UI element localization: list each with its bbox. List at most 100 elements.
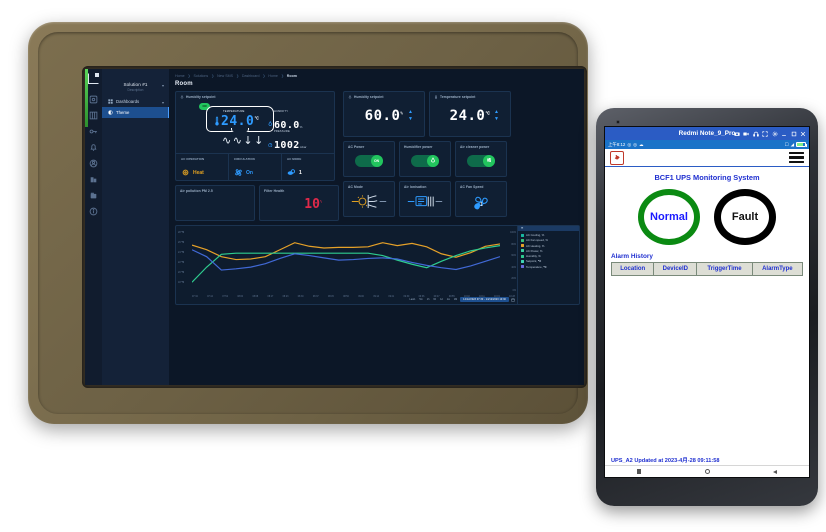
chevron-down-icon[interactable]: ▾ (162, 100, 164, 105)
legend-item[interactable]: Humidity, % (521, 254, 577, 258)
humidifier-power-toggle[interactable] (411, 154, 439, 167)
y-axis-right-tick: 0% (512, 289, 516, 292)
chevron-right-icon: ❯ (211, 74, 215, 78)
ac-operation-cell: AC OPERATION Heat (176, 153, 228, 180)
ac-operation-label: AC OPERATION (181, 157, 205, 161)
archive-icon[interactable] (89, 191, 98, 200)
legend-item[interactable]: Temperature, ℃ (521, 265, 577, 269)
ionisation-icon[interactable] (400, 194, 450, 209)
app-logo-icon[interactable] (88, 73, 99, 84)
chevron-up-icon[interactable]: ▲ (408, 110, 413, 115)
chevron-down-icon[interactable]: ▼ (494, 117, 499, 122)
status-badge-fault[interactable]: Fault (714, 189, 776, 245)
temperature-setpoint-stepper[interactable]: ▲ ▼ (494, 110, 499, 122)
range-button[interactable]: 6h (432, 298, 437, 301)
info-icon[interactable] (89, 207, 98, 216)
grid-icon[interactable] (89, 111, 98, 120)
solution-selector[interactable]: Solution #1 Description ▾ (102, 79, 169, 96)
column-header-triggertime[interactable]: TriggerTime (696, 262, 753, 276)
humidifier-power-card: Humidifier power (399, 141, 451, 177)
breadcrumb-item[interactable]: Solutions (193, 74, 208, 78)
range-button[interactable]: 1d (439, 298, 444, 301)
fullscreen-icon[interactable] (762, 130, 768, 137)
temperature-unit: ℃ (254, 115, 260, 121)
range-button[interactable]: 1h (426, 298, 431, 301)
footer-status-text: UPS_A2 Updated at 2023-4月-28 09:11:58 (611, 458, 720, 464)
column-header-alarmtype[interactable]: AlarmType (751, 262, 804, 276)
window-controls[interactable] (733, 127, 807, 140)
hamburger-icon[interactable] (789, 151, 804, 164)
app-bar (605, 149, 809, 167)
x-axis-tick: 07:44 (207, 296, 213, 298)
breadcrumb-item[interactable]: New SMS (217, 74, 233, 78)
gear-icon[interactable] (772, 131, 778, 137)
range-button[interactable]: 1w (446, 298, 451, 301)
time-range-selector[interactable]: Last1 5m 1h 6h 1d 1w 1M 14/12/2023 07:30… (409, 297, 515, 302)
minimize-icon[interactable] (781, 131, 787, 137)
home-circle-icon[interactable] (704, 469, 710, 474)
toggle-knob (482, 154, 495, 167)
cast-icon: ☐ (784, 141, 789, 147)
key-icon[interactable] (89, 127, 98, 136)
calendar-icon[interactable] (511, 298, 515, 302)
back-triangle-icon[interactable] (773, 469, 778, 474)
card-label-text: Air pollution PM 2.5 (180, 189, 213, 193)
close-icon[interactable] (800, 131, 806, 137)
app-brand-icon[interactable] (610, 150, 624, 165)
chevron-down-icon[interactable]: ▾ (162, 83, 164, 88)
range-button[interactable]: 1M (453, 298, 458, 301)
filter-health-unit: % (319, 199, 322, 204)
legend-item[interactable]: AC Power, % (521, 249, 577, 253)
breadcrumb-item[interactable]: Home (175, 74, 185, 78)
breadcrumb-item[interactable]: Dashboard (242, 74, 260, 78)
power-status-text: ON (202, 105, 207, 108)
legend-header[interactable]: ☰ (518, 226, 579, 231)
maximize-icon[interactable] (791, 131, 797, 137)
range-button[interactable]: 5m (418, 298, 423, 301)
legend-toggle-icon[interactable]: ☰ (521, 227, 524, 230)
sidebar-item-dashboards[interactable]: Dashboards ▾ (102, 96, 169, 107)
x-axis-tick: 09:21 (388, 296, 395, 298)
legend-item[interactable]: AC Cooling, % (521, 233, 577, 237)
chevron-down-icon[interactable]: ▼ (408, 117, 413, 122)
svg-text:1: 1 (480, 202, 483, 208)
breadcrumb-item-current: Room (286, 74, 297, 78)
scrcpy-title-bar: Redmi Note_9_Pro (605, 127, 809, 140)
legend-item[interactable]: Setpoint, ℃ (521, 259, 577, 263)
legend-label: AC Heating, % (526, 243, 545, 248)
legend-label: Humidity, % (526, 254, 541, 259)
building-icon[interactable] (89, 175, 98, 184)
user-icon[interactable] (89, 159, 98, 168)
column-header-location[interactable]: Location (610, 262, 655, 276)
cloud-icon: ☁ (639, 141, 644, 147)
headphone-icon[interactable] (752, 131, 759, 137)
android-nav-bar[interactable] (605, 465, 809, 477)
air-cleaner-power-toggle[interactable] (467, 154, 495, 167)
column-header-deviceid[interactable]: DeviceID (653, 262, 698, 276)
dashboard-icon[interactable] (89, 95, 98, 104)
camera-icon[interactable] (733, 131, 740, 137)
recents-square-icon[interactable] (636, 469, 642, 474)
video-icon[interactable] (743, 131, 749, 137)
legend-label: Temperature, ℃ (526, 264, 547, 269)
heat-mode-icon[interactable] (344, 194, 394, 209)
breadcrumb-item[interactable]: Home (268, 74, 278, 78)
fan-speed-icon[interactable]: 1 (456, 194, 506, 213)
legend-swatch (521, 244, 524, 248)
legend-label: AC Fan speed, % (526, 238, 548, 243)
ac-power-toggle[interactable]: ON (355, 154, 383, 167)
status-badge-normal[interactable]: Normal (638, 189, 700, 245)
chart-series-line (192, 246, 500, 283)
legend-item[interactable]: AC Heating, % (521, 244, 577, 248)
legend-item[interactable]: AC Fan speed, % (521, 238, 577, 242)
card-label-text: AC Power (348, 145, 365, 149)
date-range-value[interactable]: 14/12/2023 07:30 - 14/12/2023 10:30 (460, 297, 509, 302)
humidity-setpoint-stepper[interactable]: ▲ ▼ (408, 110, 413, 122)
range-button[interactable]: Last1 (409, 298, 417, 301)
gauge-icon (268, 132, 273, 147)
legend-swatch (521, 259, 524, 263)
phone-top-bar (604, 117, 810, 126)
chevron-up-icon[interactable]: ▲ (494, 110, 499, 115)
sidebar-item-theme[interactable]: Theme (102, 107, 169, 118)
alarm-bell-icon[interactable] (89, 143, 98, 152)
